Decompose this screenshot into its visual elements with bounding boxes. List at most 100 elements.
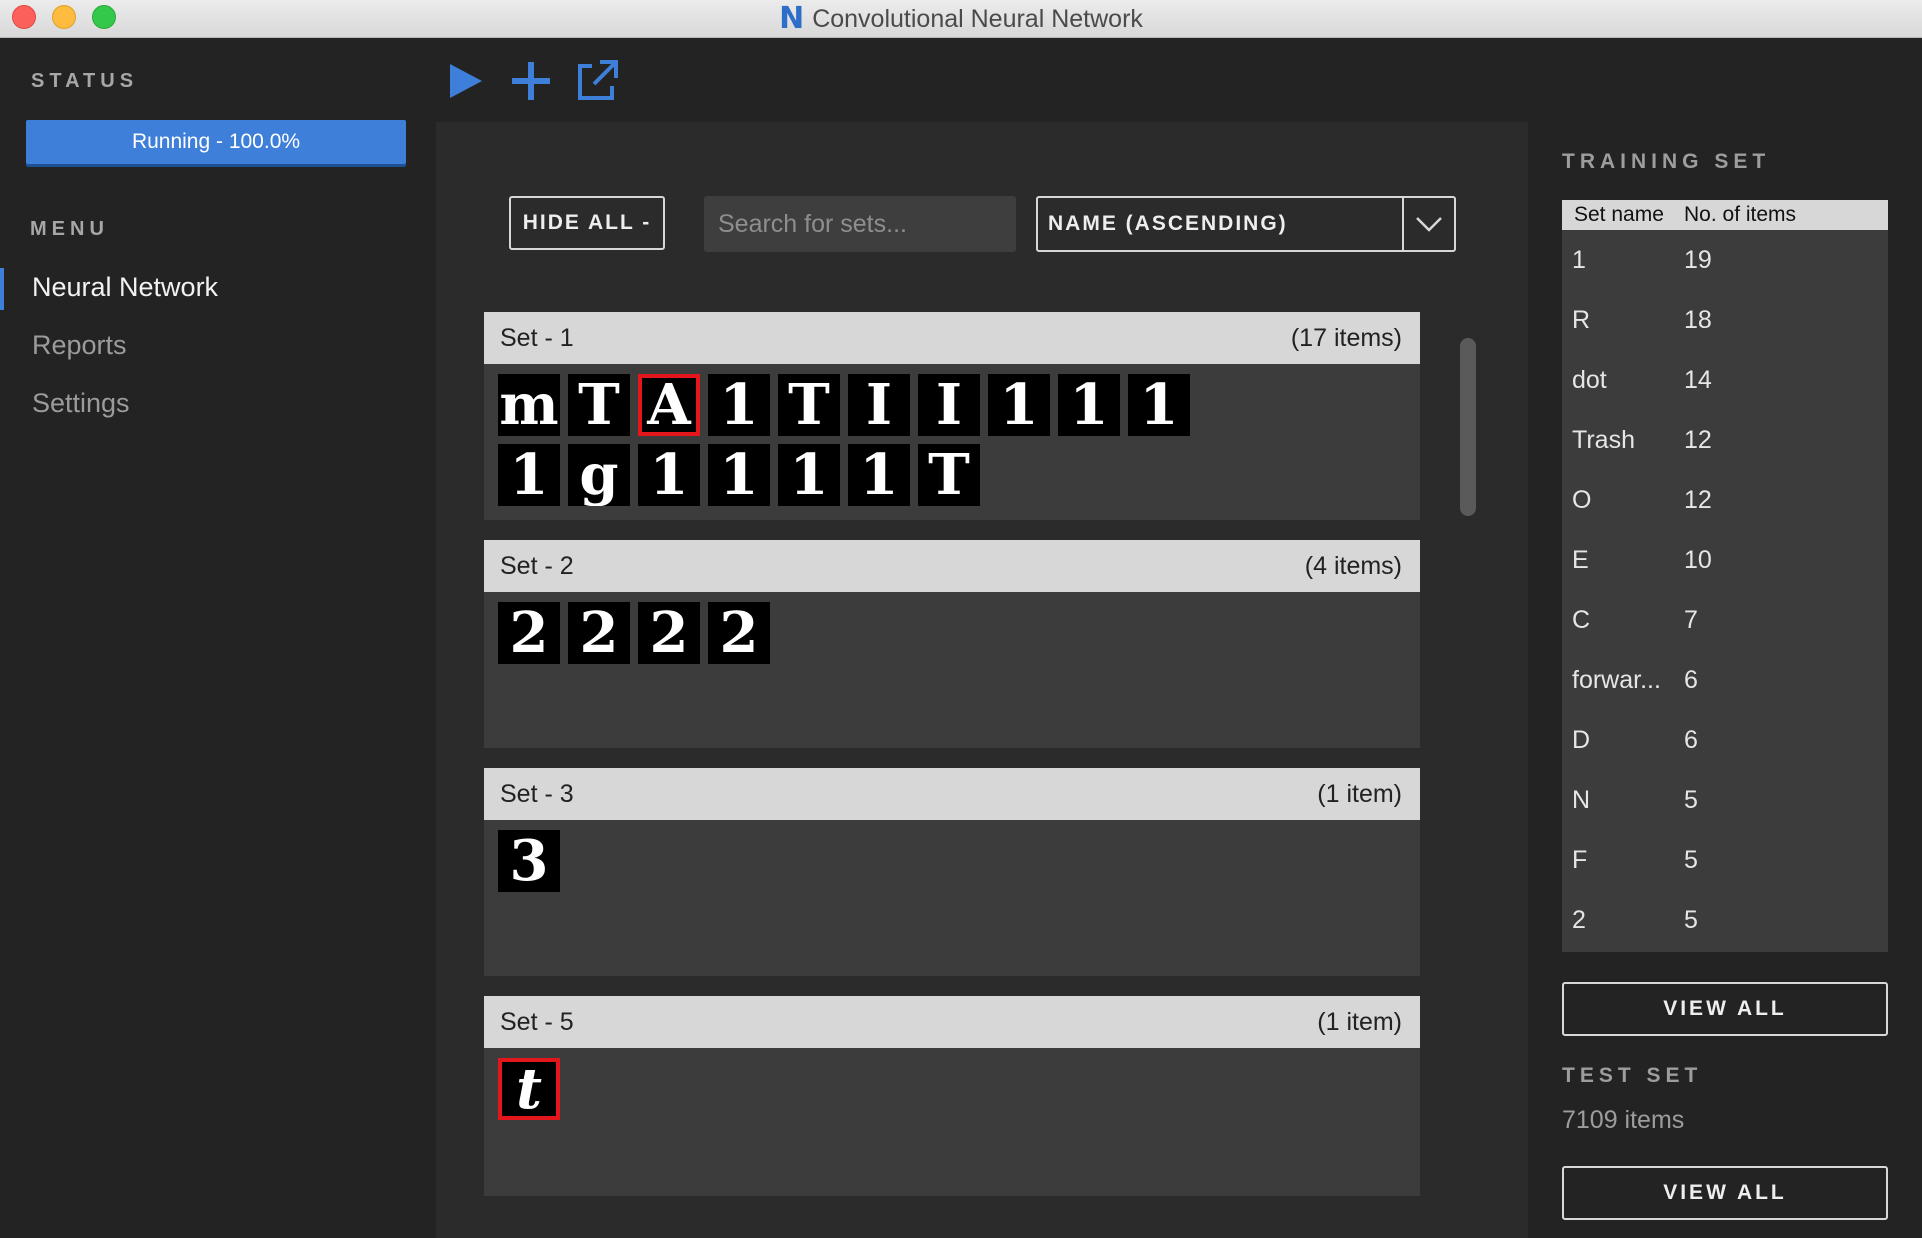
set-item-thumbnail[interactable]: g xyxy=(568,444,630,506)
training-set-name: D xyxy=(1572,725,1591,754)
training-set-count: 10 xyxy=(1684,545,1712,574)
plus-icon xyxy=(512,62,550,100)
set-item-thumbnail[interactable]: 1 xyxy=(638,444,700,506)
set-item-thumbnail[interactable]: 2 xyxy=(498,602,560,664)
set-item-thumbnail[interactable]: t xyxy=(498,1058,560,1120)
training-table-row[interactable]: D6 xyxy=(1562,710,1888,770)
training-set-name: Trash xyxy=(1572,425,1635,454)
play-icon xyxy=(450,64,482,98)
search-sets-input[interactable] xyxy=(704,196,1016,252)
training-set-count: 5 xyxy=(1684,905,1698,934)
set-item-thumbnail[interactable]: 2 xyxy=(708,602,770,664)
training-table-body: 1 19 R 18 dot 14 Trash 12 O 12 E 10 C 7 forwar... 6 D 6 N 5… xyxy=(1562,230,1888,950)
set-item-thumbnail[interactable]: T xyxy=(918,444,980,506)
training-table-row[interactable]: 25 xyxy=(1562,890,1888,950)
training-table-row[interactable]: 1 19 xyxy=(1562,230,1888,290)
set-header[interactable]: Set - 1 (17 items) xyxy=(484,312,1420,364)
training-table-row[interactable]: E 10 xyxy=(1562,530,1888,590)
training-set-name: dot xyxy=(1572,365,1607,394)
set-item-thumbnail[interactable]: 2 xyxy=(568,602,630,664)
sidebar: STATUS Running - 100.0% MENU Neural Netw… xyxy=(0,38,432,1238)
training-set-name: R xyxy=(1572,305,1591,334)
set-header[interactable]: Set - 5 (1 item) xyxy=(484,996,1420,1048)
training-table-row[interactable]: R 18 xyxy=(1562,290,1888,350)
training-set-name: F xyxy=(1572,845,1588,874)
training-set-name: E xyxy=(1572,545,1589,574)
set-card[interactable]: Set - 5 (1 item) t xyxy=(484,996,1420,1196)
training-table-row[interactable]: C7 xyxy=(1562,590,1888,650)
set-item-thumbnail[interactable]: 2 xyxy=(638,602,700,664)
training-view-all-button[interactable]: VIEW ALL xyxy=(1562,982,1888,1036)
training-set-name: C xyxy=(1572,605,1591,634)
training-set-count: 5 xyxy=(1684,785,1698,814)
set-item-count: (17 items) xyxy=(1290,323,1402,352)
set-item-count: (4 items) xyxy=(1304,551,1402,580)
test-view-all-button[interactable]: VIEW ALL xyxy=(1562,1166,1888,1220)
set-items: t xyxy=(484,1048,1204,1130)
set-item-thumbnail[interactable]: 1 xyxy=(778,444,840,506)
set-header[interactable]: Set - 2 (4 items) xyxy=(484,540,1420,592)
training-set-name: 2 xyxy=(1572,905,1586,934)
set-item-thumbnail[interactable]: 1 xyxy=(848,444,910,506)
set-card[interactable]: Set - 3 (1 item) 3 xyxy=(484,768,1420,976)
training-table-row[interactable]: N5 xyxy=(1562,770,1888,830)
set-name: Set - 5 xyxy=(500,1007,574,1036)
set-item-thumbnail[interactable]: I xyxy=(918,374,980,436)
set-item-thumbnail[interactable]: 1 xyxy=(1128,374,1190,436)
set-item-thumbnail[interactable]: T xyxy=(568,374,630,436)
set-name: Set - 3 xyxy=(500,779,574,808)
add-button[interactable] xyxy=(508,58,554,104)
set-item-thumbnail[interactable]: m xyxy=(498,374,560,436)
app-logo-icon: N xyxy=(779,1,805,36)
training-set-count: 7 xyxy=(1684,605,1698,634)
sort-dropdown[interactable]: NAME (ASCENDING) xyxy=(1036,196,1456,252)
column-header-set-name: Set name xyxy=(1574,203,1664,226)
menu-section-label: MENU xyxy=(30,218,109,240)
set-item-count: (1 item) xyxy=(1317,1007,1402,1036)
menu-item-settings[interactable]: Settings xyxy=(32,388,130,419)
training-set-count: 6 xyxy=(1684,665,1698,694)
set-item-thumbnail[interactable]: 1 xyxy=(988,374,1050,436)
status-section-label: STATUS xyxy=(31,70,139,92)
training-set-count: 12 xyxy=(1684,485,1712,514)
set-item-thumbnail[interactable]: 1 xyxy=(498,444,560,506)
set-item-thumbnail[interactable]: T xyxy=(778,374,840,436)
training-table-row[interactable]: F5 xyxy=(1562,830,1888,890)
set-item-thumbnail[interactable]: 3 xyxy=(498,830,560,892)
menu-item-reports[interactable]: Reports xyxy=(32,330,127,361)
chevron-down-icon xyxy=(1416,217,1442,232)
training-table-row[interactable]: O 12 xyxy=(1562,470,1888,530)
training-table-row[interactable]: Trash 12 xyxy=(1562,410,1888,470)
open-external-button[interactable] xyxy=(574,58,620,104)
training-set-count: 18 xyxy=(1684,305,1712,334)
set-header[interactable]: Set - 3 (1 item) xyxy=(484,768,1420,820)
set-item-thumbnail[interactable]: I xyxy=(848,374,910,436)
hide-all-button[interactable]: HIDE ALL - xyxy=(509,196,665,250)
training-table-row[interactable]: dot 14 xyxy=(1562,350,1888,410)
active-menu-indicator xyxy=(0,268,4,310)
training-set-table: Set name No. of items 1 19 R 18 dot 14 Trash 12… xyxy=(1562,200,1888,952)
set-item-thumbnail[interactable]: 1 xyxy=(1058,374,1120,436)
set-item-thumbnail[interactable]: 1 xyxy=(708,374,770,436)
training-set-name: forwar... xyxy=(1572,665,1661,694)
set-item-thumbnail[interactable]: 1 xyxy=(708,444,770,506)
menu-item-neural-network[interactable]: Neural Network xyxy=(32,272,218,303)
set-item-count: (1 item) xyxy=(1317,779,1402,808)
set-card[interactable]: Set - 2 (4 items) 2222 xyxy=(484,540,1420,748)
play-button[interactable] xyxy=(442,58,488,104)
training-set-name: O xyxy=(1572,485,1592,514)
set-card[interactable]: Set - 1 (17 items) mTA1TII1111g1111T xyxy=(484,312,1420,520)
set-item-thumbnail[interactable]: A xyxy=(638,374,700,436)
set-name: Set - 2 xyxy=(500,551,574,580)
training-set-count: 6 xyxy=(1684,725,1698,754)
training-set-label: TRAINING SET xyxy=(1562,150,1771,173)
set-items: mTA1TII1111g1111T xyxy=(484,364,1204,516)
sets-scrollbar[interactable] xyxy=(1460,338,1476,516)
training-set-count: 5 xyxy=(1684,845,1698,874)
sort-dropdown-toggle[interactable] xyxy=(1402,198,1454,250)
set-items: 2222 xyxy=(484,592,1204,674)
training-set-count: 14 xyxy=(1684,365,1712,394)
training-table-row[interactable]: forwar... 6 xyxy=(1562,650,1888,710)
external-link-icon xyxy=(578,60,618,100)
window-title: Convolutional Neural Network xyxy=(812,4,1143,33)
